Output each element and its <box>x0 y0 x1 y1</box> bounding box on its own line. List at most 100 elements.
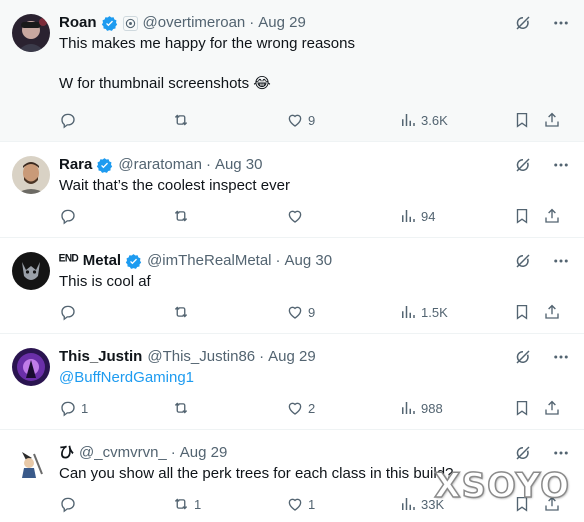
tweet-text: Wait that’s the coolest inspect ever <box>59 176 572 196</box>
user-handle[interactable]: @This_Justin86 <box>147 346 255 368</box>
share-icon <box>545 400 559 415</box>
avatar[interactable] <box>12 14 50 52</box>
retweet-button[interactable] <box>172 302 194 322</box>
reply-button[interactable] <box>59 302 81 322</box>
like-count: 2 <box>308 400 316 416</box>
tweet-text: This is cool af <box>59 272 572 292</box>
views-button[interactable]: 3.6K <box>399 110 448 130</box>
display-name[interactable]: This_Justin <box>59 346 142 368</box>
tweet-text-line: This makes me happy for the wrong reason… <box>59 35 355 52</box>
share-button[interactable] <box>543 110 561 130</box>
tweet-text: @BuffNerdGaming1 <box>59 368 572 388</box>
tweet[interactable]: ᴱᴺᴰ Metal @imTheRealMetal · Aug 30 This … <box>0 238 584 334</box>
reply-button[interactable] <box>59 206 81 226</box>
like-count: 1 <box>308 496 316 512</box>
display-name[interactable]: ひ <box>59 442 74 464</box>
user-handle[interactable]: @raratoman <box>118 154 202 176</box>
like-button[interactable] <box>286 206 308 226</box>
more-icon[interactable] <box>552 348 570 366</box>
separator-dot: · <box>275 252 281 269</box>
like-button[interactable]: 9 <box>286 302 315 322</box>
mention-link[interactable]: @BuffNerdGaming1 <box>59 368 572 388</box>
display-name[interactable]: ᴱᴺᴰ Metal <box>59 250 121 272</box>
like-icon <box>288 402 302 415</box>
retweet-button[interactable] <box>172 398 194 418</box>
like-icon <box>288 114 302 127</box>
grok-icon[interactable] <box>514 14 532 32</box>
timestamp[interactable]: Aug 29 <box>258 12 306 34</box>
share-button[interactable] <box>543 398 561 418</box>
user-handle[interactable]: @imTheRealMetal <box>147 250 271 272</box>
user-handle[interactable]: @_cvmvrvn_ <box>79 442 167 464</box>
views-button[interactable]: 94 <box>399 206 435 226</box>
grok-icon[interactable] <box>514 156 532 174</box>
tweet-text-line: W for thumbnail screenshots 😂 <box>59 75 271 92</box>
bookmark-icon <box>516 208 528 224</box>
user-handle[interactable]: @overtimeroan <box>143 12 246 34</box>
view-count: 94 <box>421 208 436 224</box>
retweet-button[interactable] <box>172 110 194 130</box>
views-button[interactable]: 988 <box>399 398 443 418</box>
more-icon[interactable] <box>552 444 570 462</box>
avatar[interactable] <box>12 156 50 194</box>
timestamp[interactable]: Aug 30 <box>215 154 263 176</box>
views-button[interactable]: 1.5K <box>399 302 448 322</box>
share-button[interactable] <box>543 206 561 226</box>
tweet[interactable]: This_Justin @This_Justin86 · Aug 29 @Buf… <box>0 334 584 430</box>
reply-button[interactable]: 1 <box>59 398 88 418</box>
bookmark-icon <box>516 304 528 320</box>
reply-thread: Roan @overtimeroan · Aug 29 This makes m… <box>0 0 584 522</box>
like-button[interactable]: 1 <box>286 494 315 514</box>
reply-button[interactable] <box>59 110 81 130</box>
avatar[interactable] <box>12 252 50 290</box>
tweet-text: This makes me happy for the wrong reason… <box>59 34 572 94</box>
grok-icon[interactable] <box>514 348 532 366</box>
reply-icon <box>61 497 75 513</box>
views-icon <box>402 498 415 510</box>
like-icon <box>288 498 302 511</box>
retweet-button[interactable]: 1 <box>172 494 201 514</box>
avatar[interactable] <box>12 444 50 482</box>
bookmark-button[interactable] <box>513 398 531 418</box>
grok-icon[interactable] <box>514 252 532 270</box>
timestamp[interactable]: Aug 29 <box>180 442 228 464</box>
watermark-logo: XSOYO <box>434 465 570 507</box>
bookmark-icon <box>516 112 528 128</box>
bookmark-icon <box>516 400 528 416</box>
views-icon <box>402 114 415 126</box>
bookmark-button[interactable] <box>513 206 531 226</box>
tweet[interactable]: Rara @raratoman · Aug 30 Wait that’s the… <box>0 142 584 238</box>
tweet[interactable]: Roan @overtimeroan · Aug 29 This makes m… <box>0 0 584 142</box>
like-icon <box>288 306 302 319</box>
more-icon[interactable] <box>552 14 570 32</box>
tweet-text-line: This is cool af <box>59 273 151 290</box>
separator-dot: · <box>249 14 255 31</box>
like-button[interactable]: 9 <box>286 110 315 130</box>
views-icon <box>402 210 415 222</box>
grok-icon[interactable] <box>514 444 532 462</box>
bookmark-button[interactable] <box>513 302 531 322</box>
avatar[interactable] <box>12 348 50 386</box>
display-name[interactable]: Rara <box>59 154 92 176</box>
bookmark-button[interactable] <box>513 110 531 130</box>
separator-dot: · <box>205 156 211 173</box>
avatar-metal-icon <box>12 252 50 290</box>
like-button[interactable]: 2 <box>286 398 315 418</box>
verified-badge-icon <box>101 15 118 32</box>
share-button[interactable] <box>543 302 561 322</box>
timestamp[interactable]: Aug 29 <box>268 346 316 368</box>
timestamp[interactable]: Aug 30 <box>285 250 333 272</box>
views-icon <box>402 402 415 414</box>
reply-icon <box>61 209 75 225</box>
display-name[interactable]: Roan <box>59 12 97 34</box>
retweet-icon <box>174 306 188 318</box>
more-icon[interactable] <box>552 156 570 174</box>
view-count: 1.5K <box>421 304 448 320</box>
more-icon[interactable] <box>552 252 570 270</box>
like-icon <box>288 210 302 223</box>
share-icon <box>545 112 559 127</box>
retweet-count: 1 <box>194 496 202 512</box>
share-icon <box>545 208 559 223</box>
retweet-button[interactable] <box>172 206 194 226</box>
reply-button[interactable] <box>59 494 81 514</box>
